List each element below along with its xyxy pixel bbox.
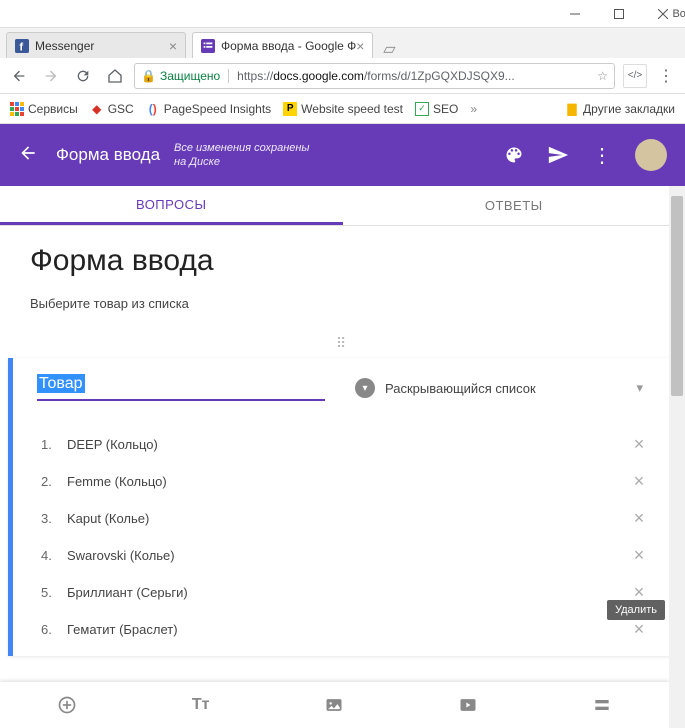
browser-menu[interactable]: ⋮ — [653, 63, 679, 89]
remove-option-icon[interactable]: × — [629, 434, 649, 455]
form-title[interactable]: Форма ввода — [30, 244, 655, 278]
option-row[interactable]: 4.Swarovski (Колье)× — [37, 537, 653, 574]
scroll-thumb[interactable] — [671, 196, 683, 396]
apps-icon — [10, 102, 24, 116]
save-status: Все изменения сохраненына Диске — [174, 141, 309, 170]
url-host: docs.google.com — [273, 69, 364, 83]
bookmark-apps[interactable]: Сервисы — [10, 102, 78, 116]
tab-strip: f Messenger × Форма ввода - Google Ф × ▱ — [0, 28, 685, 58]
bookmark-gsc[interactable]: ◆GSC — [90, 102, 134, 116]
palette-icon[interactable] — [503, 144, 525, 166]
option-text[interactable]: Бриллиант (Серьги) — [67, 585, 619, 600]
folder-icon: ▇ — [565, 102, 579, 116]
form-description[interactable]: Выберите товар из списка — [30, 296, 655, 311]
option-text[interactable]: Swarovski (Колье) — [67, 548, 619, 563]
question-type-label: Раскрывающийся список — [385, 381, 536, 396]
lock-icon: 🔒 — [141, 69, 156, 83]
bookmark-seo[interactable]: ✓SEO — [415, 102, 458, 116]
option-text[interactable]: Гематит (Браслет) — [67, 622, 619, 637]
header-title: Форма ввода — [56, 145, 160, 165]
question-title-input[interactable]: Товар — [37, 375, 325, 401]
bookmark-other[interactable]: ▇Другие закладки — [565, 102, 675, 116]
tab-close-icon[interactable]: × — [169, 38, 177, 54]
drag-handle-icon[interactable]: ⠿ — [8, 329, 677, 358]
dropdown-type-icon: ▾ — [355, 378, 375, 398]
nav-back[interactable] — [6, 63, 32, 89]
nav-home[interactable] — [102, 63, 128, 89]
browser-tab-forms[interactable]: Форма ввода - Google Ф × — [192, 32, 373, 58]
question-card[interactable]: Товар ▾ Раскрывающийся список ▾ 1.DEEP (… — [8, 358, 677, 656]
google-forms-icon — [201, 39, 215, 53]
secure-label: Защищено — [160, 69, 220, 83]
scrollbar[interactable] — [669, 186, 685, 728]
option-row[interactable]: 3.Kaput (Колье)× — [37, 500, 653, 537]
tab-questions[interactable]: ВОПРОСЫ — [0, 186, 343, 225]
send-icon[interactable] — [547, 144, 569, 166]
seo-icon: ✓ — [415, 102, 429, 116]
address-bar[interactable]: 🔒 Защищено https://docs.google.com/forms… — [134, 63, 615, 89]
tab-close-icon[interactable]: × — [356, 38, 364, 54]
bookmarks-bar: Сервисы ◆GSC ()PageSpeed Insights PWebsi… — [0, 94, 685, 124]
bookmark-pagespeed[interactable]: ()PageSpeed Insights — [146, 102, 271, 116]
remove-option-icon[interactable]: × — [629, 508, 649, 529]
window-user: Boris — [672, 8, 685, 20]
browser-tab-messenger[interactable]: f Messenger × — [6, 32, 186, 58]
avatar[interactable] — [635, 139, 667, 171]
option-row[interactable]: 1.DEEP (Кольцо)× — [37, 426, 653, 463]
add-image-button[interactable] — [268, 695, 402, 715]
tab-label: Messenger — [35, 39, 94, 53]
url-prefix: https:// — [228, 69, 273, 83]
forms-header: Форма ввода Все изменения сохраненына Ди… — [0, 124, 685, 186]
new-tab-button[interactable]: ▱ — [379, 40, 399, 58]
more-icon[interactable]: ⋮ — [591, 144, 613, 166]
option-text[interactable]: DEEP (Кольцо) — [67, 437, 619, 452]
add-question-button[interactable] — [0, 695, 134, 715]
svg-text:f: f — [19, 41, 23, 53]
question-type-select[interactable]: ▾ Раскрывающийся список ▾ — [345, 370, 653, 406]
side-toolbar: Тт — [0, 682, 669, 728]
wst-icon: P — [283, 102, 297, 116]
delete-tooltip: Удалить — [607, 600, 665, 620]
bookmark-wst[interactable]: PWebsite speed test — [283, 102, 403, 116]
add-title-button[interactable]: Тт — [134, 696, 268, 714]
option-text[interactable]: Femme (Кольцо) — [67, 474, 619, 489]
address-bar-row: 🔒 Защищено https://docs.google.com/forms… — [0, 58, 685, 94]
devtools-icon[interactable]: </> — [623, 64, 647, 88]
option-row[interactable]: 5.Бриллиант (Серьги)× — [37, 574, 653, 611]
option-text[interactable]: Kaput (Колье) — [67, 511, 619, 526]
nav-reload[interactable] — [70, 63, 96, 89]
remove-option-icon[interactable]: × — [629, 619, 649, 640]
facebook-icon: f — [15, 39, 29, 53]
bookmark-overflow[interactable]: » — [470, 102, 477, 116]
tab-responses[interactable]: ОТВЕТЫ — [343, 186, 685, 225]
add-section-button[interactable] — [535, 695, 669, 715]
star-icon[interactable]: ☆ — [597, 69, 608, 83]
remove-option-icon[interactable]: × — [629, 545, 649, 566]
back-button[interactable] — [18, 143, 42, 168]
qa-tabs: ВОПРОСЫ ОТВЕТЫ — [0, 186, 685, 226]
question-card-wrap: ⠿ Товар ▾ Раскрывающийся список ▾ 1.DEEP… — [0, 329, 685, 656]
option-row[interactable]: 2.Femme (Кольцо)× — [37, 463, 653, 500]
chevron-down-icon: ▾ — [636, 380, 643, 396]
option-row[interactable]: 6.Гематит (Браслет)× — [37, 611, 653, 648]
tab-label: Форма ввода - Google Ф — [221, 39, 356, 53]
gsc-icon: ◆ — [90, 102, 104, 116]
pagespeed-icon: () — [146, 102, 160, 116]
nav-forward — [38, 63, 64, 89]
add-video-button[interactable] — [401, 695, 535, 715]
form-header-card: Форма ввода Выберите товар из списка — [0, 226, 685, 329]
remove-option-icon[interactable]: × — [629, 471, 649, 492]
window-maximize[interactable] — [597, 0, 641, 28]
window-minimize[interactable] — [553, 0, 597, 28]
window-titlebar: Boris — [0, 0, 685, 28]
url-path: /forms/d/1ZpGQXDJSQX9... — [364, 69, 515, 83]
